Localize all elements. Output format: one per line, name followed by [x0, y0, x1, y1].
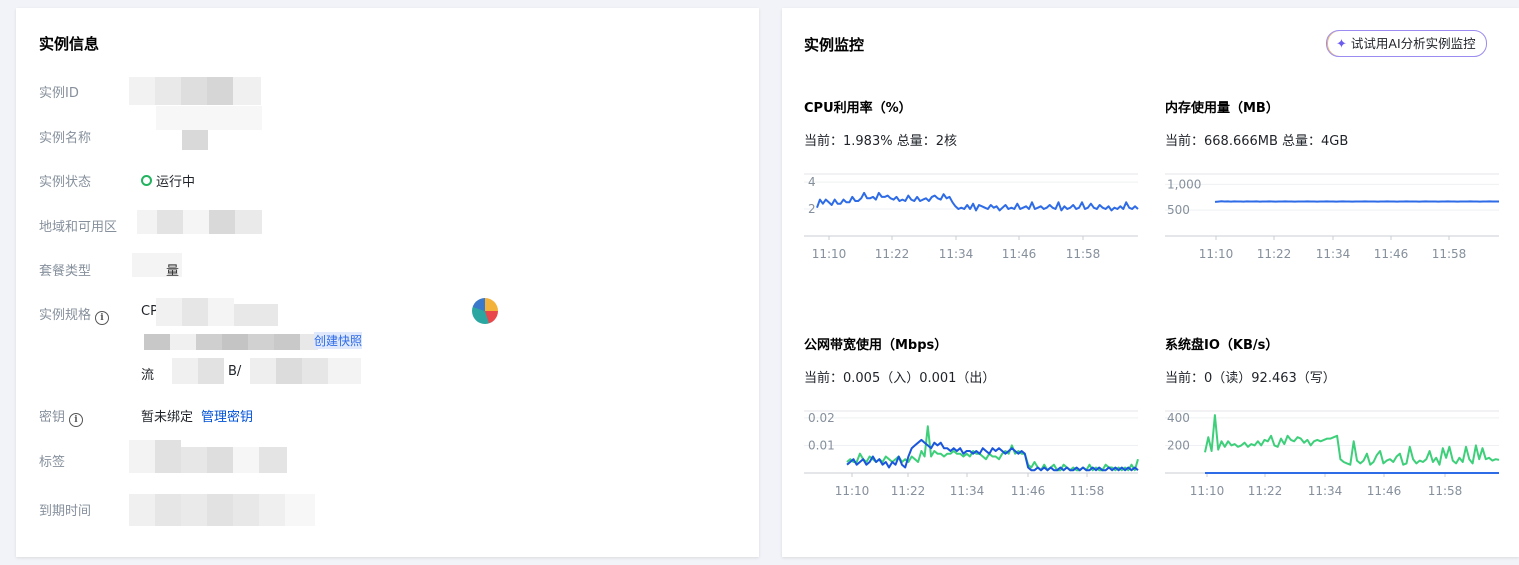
chart-plot: 4 2 11:10 11:22 11:34 11:46 11:58: [804, 173, 1139, 261]
x-tick-label: 11:46: [1367, 484, 1402, 498]
series-line-memory: [1214, 200, 1499, 203]
instance-status-value: 运行中: [141, 171, 195, 190]
y-tick-label: 1,000: [1167, 177, 1201, 191]
region-redacted: [137, 210, 262, 234]
expire-redacted: [129, 494, 315, 526]
chart-plot: 0.02 0.01 11:10 11:22 11:34 11:46 11:58: [804, 410, 1139, 498]
x-tick-label: 11:46: [1374, 247, 1409, 261]
instance-id-redacted: [129, 77, 261, 105]
x-tick-label: 11:34: [1316, 247, 1351, 261]
instance-monitor-panel: 实例监控 ✦ 试试用AI分析实例监控 CPU利用率（%） 当前：1.983% 总量：…: [782, 8, 1519, 557]
ai-analyze-button[interactable]: ✦ 试试用AI分析实例监控: [1326, 30, 1487, 57]
spec-line3-prefix: 流: [141, 368, 155, 383]
series-line-disk-read-write: [1204, 414, 1500, 466]
x-tick-label: 11:46: [1002, 247, 1037, 261]
spec-label: 实例规格 i: [39, 304, 110, 325]
instance-name-label: 实例名称: [39, 131, 92, 146]
status-text: 运行中: [156, 175, 196, 190]
x-tick-label: 11:22: [1257, 247, 1292, 261]
x-tick-label: 11:10: [835, 484, 870, 498]
region-label: 地域和可用区: [39, 220, 118, 235]
chart-title: 公网带宽使用（Mbps）: [804, 338, 948, 353]
x-tick-label: 11:22: [1248, 484, 1283, 498]
y-tick-label: 500: [1167, 203, 1190, 217]
instance-name-redacted: [156, 106, 262, 150]
chart-summary: 当前：668.666MB 总量：4GB: [1165, 134, 1349, 149]
y-tick-label: 400: [1167, 411, 1190, 425]
plan-type-label: 套餐类型: [39, 264, 92, 279]
x-tick-label: 11:22: [875, 247, 910, 261]
x-tick-label: 11:10: [812, 247, 847, 261]
key-label-text: 密钥: [39, 410, 66, 425]
x-tick-label: 11:10: [1190, 484, 1225, 498]
panel-title: 实例信息: [39, 35, 100, 53]
spec-redacted-1: [156, 298, 278, 326]
chart-summary: 当前：0.005（入）0.001（出）: [804, 371, 996, 386]
info-icon[interactable]: i: [95, 311, 110, 325]
tags-label: 标签: [39, 455, 66, 470]
y-tick-label: 0.01: [808, 438, 835, 452]
x-tick-label: 11:58: [1070, 484, 1105, 498]
x-tick-label: 11:34: [950, 484, 985, 498]
x-tick-label: 11:46: [1011, 484, 1046, 498]
spec-label-text: 实例规格: [39, 308, 92, 323]
series-line-cpu: [816, 191, 1139, 212]
manage-keys-link[interactable]: 管理密钥: [201, 410, 253, 425]
panel-title: 实例监控: [804, 36, 865, 54]
chart-title: CPU利用率（%）: [804, 101, 912, 116]
y-tick-label: 2: [808, 202, 816, 216]
y-tick-label: 200: [1167, 438, 1190, 452]
x-tick-label: 11:58: [1432, 247, 1467, 261]
plan-type-value: 量: [166, 264, 180, 279]
x-tick-label: 11:58: [1428, 484, 1463, 498]
create-snapshot-link[interactable]: 创建快照: [314, 332, 363, 349]
expire-label: 到期时间: [39, 504, 92, 519]
ai-analyze-label: 试试用AI分析实例监控: [1350, 36, 1476, 51]
instance-info-panel: 实例信息 实例ID 实例名称 实例状态 运行中 地域和可用区 套餐类型 量 实例…: [16, 8, 759, 557]
y-tick-label: 0.02: [808, 411, 835, 425]
key-label: 密钥 i: [39, 406, 84, 427]
key-unbound-text: 暂未绑定: [141, 410, 194, 425]
chart-title: 内存使用量（MB）: [1165, 101, 1279, 116]
x-tick-label: 11:58: [1066, 247, 1101, 261]
chart-title: 系统盘IO（KB/s）: [1165, 338, 1279, 353]
y-tick-label: 4: [808, 175, 816, 189]
x-tick-label: 11:10: [1199, 247, 1234, 261]
chart-plot: 400 200 11:10 11:22 11:34 11:46 11:58: [1165, 410, 1500, 498]
chart-summary: 当前：1.983% 总量：2核: [804, 134, 957, 149]
status-running-icon: [141, 175, 152, 186]
sparkle-icon: ✦: [1336, 37, 1347, 52]
x-tick-label: 11:34: [1308, 484, 1343, 498]
spec-redacted-3: [156, 358, 361, 384]
instance-id-label: 实例ID: [39, 86, 79, 101]
series-line-bandwidth-out: [846, 438, 1139, 472]
avatar: [472, 298, 498, 324]
x-tick-label: 11:34: [939, 247, 974, 261]
chart-plot: 1,000 500 11:10 11:22 11:34 11:46 11:58: [1165, 173, 1499, 261]
key-value: 暂未绑定 管理密钥: [141, 406, 253, 425]
instance-status-label: 实例状态: [39, 175, 92, 190]
chart-summary: 当前：0（读）92.463（写）: [1165, 371, 1336, 386]
info-icon[interactable]: i: [69, 413, 84, 427]
x-tick-label: 11:22: [891, 484, 926, 498]
tags-redacted: [129, 440, 287, 473]
